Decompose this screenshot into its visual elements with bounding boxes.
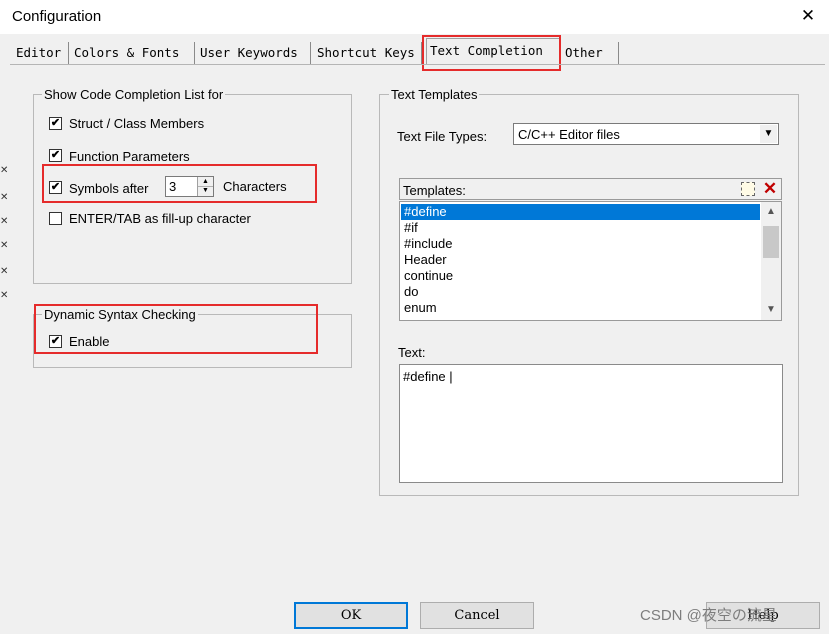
watermark: CSDN @夜空の流星 [640, 607, 777, 624]
close-icon[interactable]: ✕ [796, 5, 820, 27]
tab-other[interactable]: Other [562, 42, 619, 64]
template-text-value[interactable]: #define | [403, 369, 453, 384]
struct-members-checkbox[interactable]: ✔ [49, 117, 62, 130]
file-types-dropdown[interactable]: C/C++ Editor files ▼ [513, 123, 779, 145]
tab-panel-border [10, 64, 825, 65]
function-params-checkbox[interactable]: ✔ [49, 149, 62, 162]
list-item[interactable]: Header [401, 252, 760, 268]
edge-artifact: ✕ [0, 165, 9, 176]
list-item[interactable]: enum [401, 300, 760, 316]
list-item[interactable]: #if [401, 220, 760, 236]
window-title: Configuration [12, 8, 102, 25]
edge-artifact: ✕ [0, 290, 9, 301]
function-params-label: Function Parameters [69, 149, 190, 164]
templates-list[interactable]: #define #if #include Header continue do … [399, 201, 782, 321]
ok-button[interactable]: OK [294, 602, 408, 629]
edge-artifact: ✕ [0, 266, 9, 277]
title-bar [0, 0, 829, 34]
templates-scrollbar[interactable]: ▲ ▼ [761, 202, 781, 320]
highlight-tab [422, 35, 561, 71]
check-icon: ✔ [50, 149, 61, 161]
tab-colors-fonts[interactable]: Colors & Fonts [71, 42, 195, 64]
highlight-symbols [42, 164, 317, 203]
new-template-icon[interactable] [741, 182, 755, 196]
cancel-button[interactable]: Cancel [420, 602, 534, 629]
template-text-area[interactable]: #define | [399, 364, 783, 483]
scroll-thumb[interactable] [763, 226, 779, 258]
list-item[interactable]: continue [401, 268, 760, 284]
text-label: Text: [398, 345, 426, 360]
file-types-value: C/C++ Editor files [518, 127, 620, 142]
delete-template-icon[interactable]: ✕ [761, 179, 779, 199]
edge-artifact: ✕ [0, 192, 9, 203]
templates-list-label: Templates: [403, 183, 466, 198]
list-item[interactable]: #include [401, 236, 760, 252]
struct-members-label: Struct / Class Members [69, 116, 205, 131]
chevron-down-icon[interactable]: ▼ [760, 125, 777, 143]
list-item[interactable]: #define [401, 204, 760, 220]
tab-shortcut-keys[interactable]: Shortcut Keys [314, 42, 422, 64]
tab-user-keywords[interactable]: User Keywords [197, 42, 311, 64]
enter-tab-fillup-checkbox[interactable] [49, 212, 62, 225]
templates-header: Templates: ✕ [399, 178, 782, 200]
check-icon: ✔ [50, 117, 61, 129]
tab-editor[interactable]: Editor [13, 42, 69, 64]
edge-artifact: ✕ [0, 240, 9, 251]
scroll-down-icon[interactable]: ▼ [761, 302, 781, 318]
list-item[interactable]: do [401, 284, 760, 300]
scroll-up-icon[interactable]: ▲ [761, 204, 781, 220]
templates-group-label: Text Templates [389, 87, 480, 102]
edge-artifact: ✕ [0, 216, 9, 227]
file-types-label: Text File Types: [397, 129, 488, 144]
completion-group-label: Show Code Completion List for [42, 87, 226, 102]
enter-tab-fillup-label: ENTER/TAB as fill-up character [69, 211, 251, 226]
highlight-syntax [34, 304, 318, 354]
